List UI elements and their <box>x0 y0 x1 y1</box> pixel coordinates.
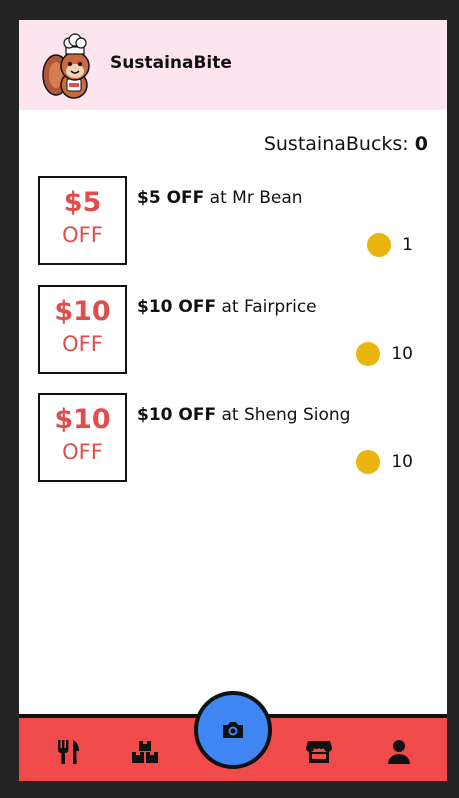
coin-icon <box>356 342 381 366</box>
offer-title-rest: at Fairprice <box>221 297 317 317</box>
offer-item[interactable]: $10 OFF $10 OFF at Fairprice 10 <box>19 285 447 375</box>
camera-button[interactable] <box>194 691 272 769</box>
offer-title: $10 OFF at Sheng Siong <box>137 405 350 425</box>
badge-amount: $10 <box>54 296 111 327</box>
offer-title-rest: at Sheng Siong <box>221 405 351 425</box>
sustainabucks-balance: SustainaBucks: 0 <box>264 133 428 155</box>
camera-icon <box>223 722 243 738</box>
badge-off-label: OFF <box>62 332 103 356</box>
offer-cost: 10 <box>356 342 413 366</box>
offer-title-bold: $10 OFF <box>137 405 217 425</box>
offer-title-bold: $5 OFF <box>137 188 205 208</box>
balance-label: SustainaBucks: <box>263 133 409 155</box>
cost-value: 10 <box>391 452 413 472</box>
boxes-icon[interactable] <box>131 738 159 766</box>
utensils-icon[interactable] <box>55 738 83 766</box>
app-title: SustainaBite <box>110 53 232 73</box>
discount-badge: $10 OFF <box>38 285 127 374</box>
coin-icon <box>356 450 381 474</box>
coin-icon <box>367 233 392 257</box>
squirrel-chef-logo <box>42 33 90 99</box>
offer-title-bold: $10 OFF <box>137 297 217 317</box>
offer-item[interactable]: $10 OFF $10 OFF at Sheng Siong 10 <box>19 393 447 483</box>
offer-cost: 10 <box>356 450 413 474</box>
store-icon[interactable] <box>305 738 333 766</box>
badge-off-label: OFF <box>62 440 103 464</box>
app-header: SustainaBite <box>19 20 447 110</box>
offer-title: $10 OFF at Fairprice <box>137 297 317 317</box>
discount-badge: $10 OFF <box>38 393 127 482</box>
badge-off-label: OFF <box>62 223 103 247</box>
offer-item[interactable]: $5 OFF $5 OFF at Mr Bean 1 <box>19 176 447 266</box>
balance-value: 0 <box>414 133 428 155</box>
app-screen: SustainaBite SustainaBucks: 0 $5 OFF $5 … <box>19 20 447 781</box>
discount-badge: $5 OFF <box>38 176 127 265</box>
cost-value: 10 <box>391 344 413 364</box>
offer-title: $5 OFF at Mr Bean <box>137 188 303 208</box>
user-icon[interactable] <box>385 738 413 766</box>
badge-amount: $5 <box>63 187 102 218</box>
badge-amount: $10 <box>54 404 111 435</box>
offer-cost: 1 <box>367 233 413 257</box>
cost-value: 1 <box>402 235 413 255</box>
offer-title-rest: at Mr Bean <box>209 188 303 208</box>
